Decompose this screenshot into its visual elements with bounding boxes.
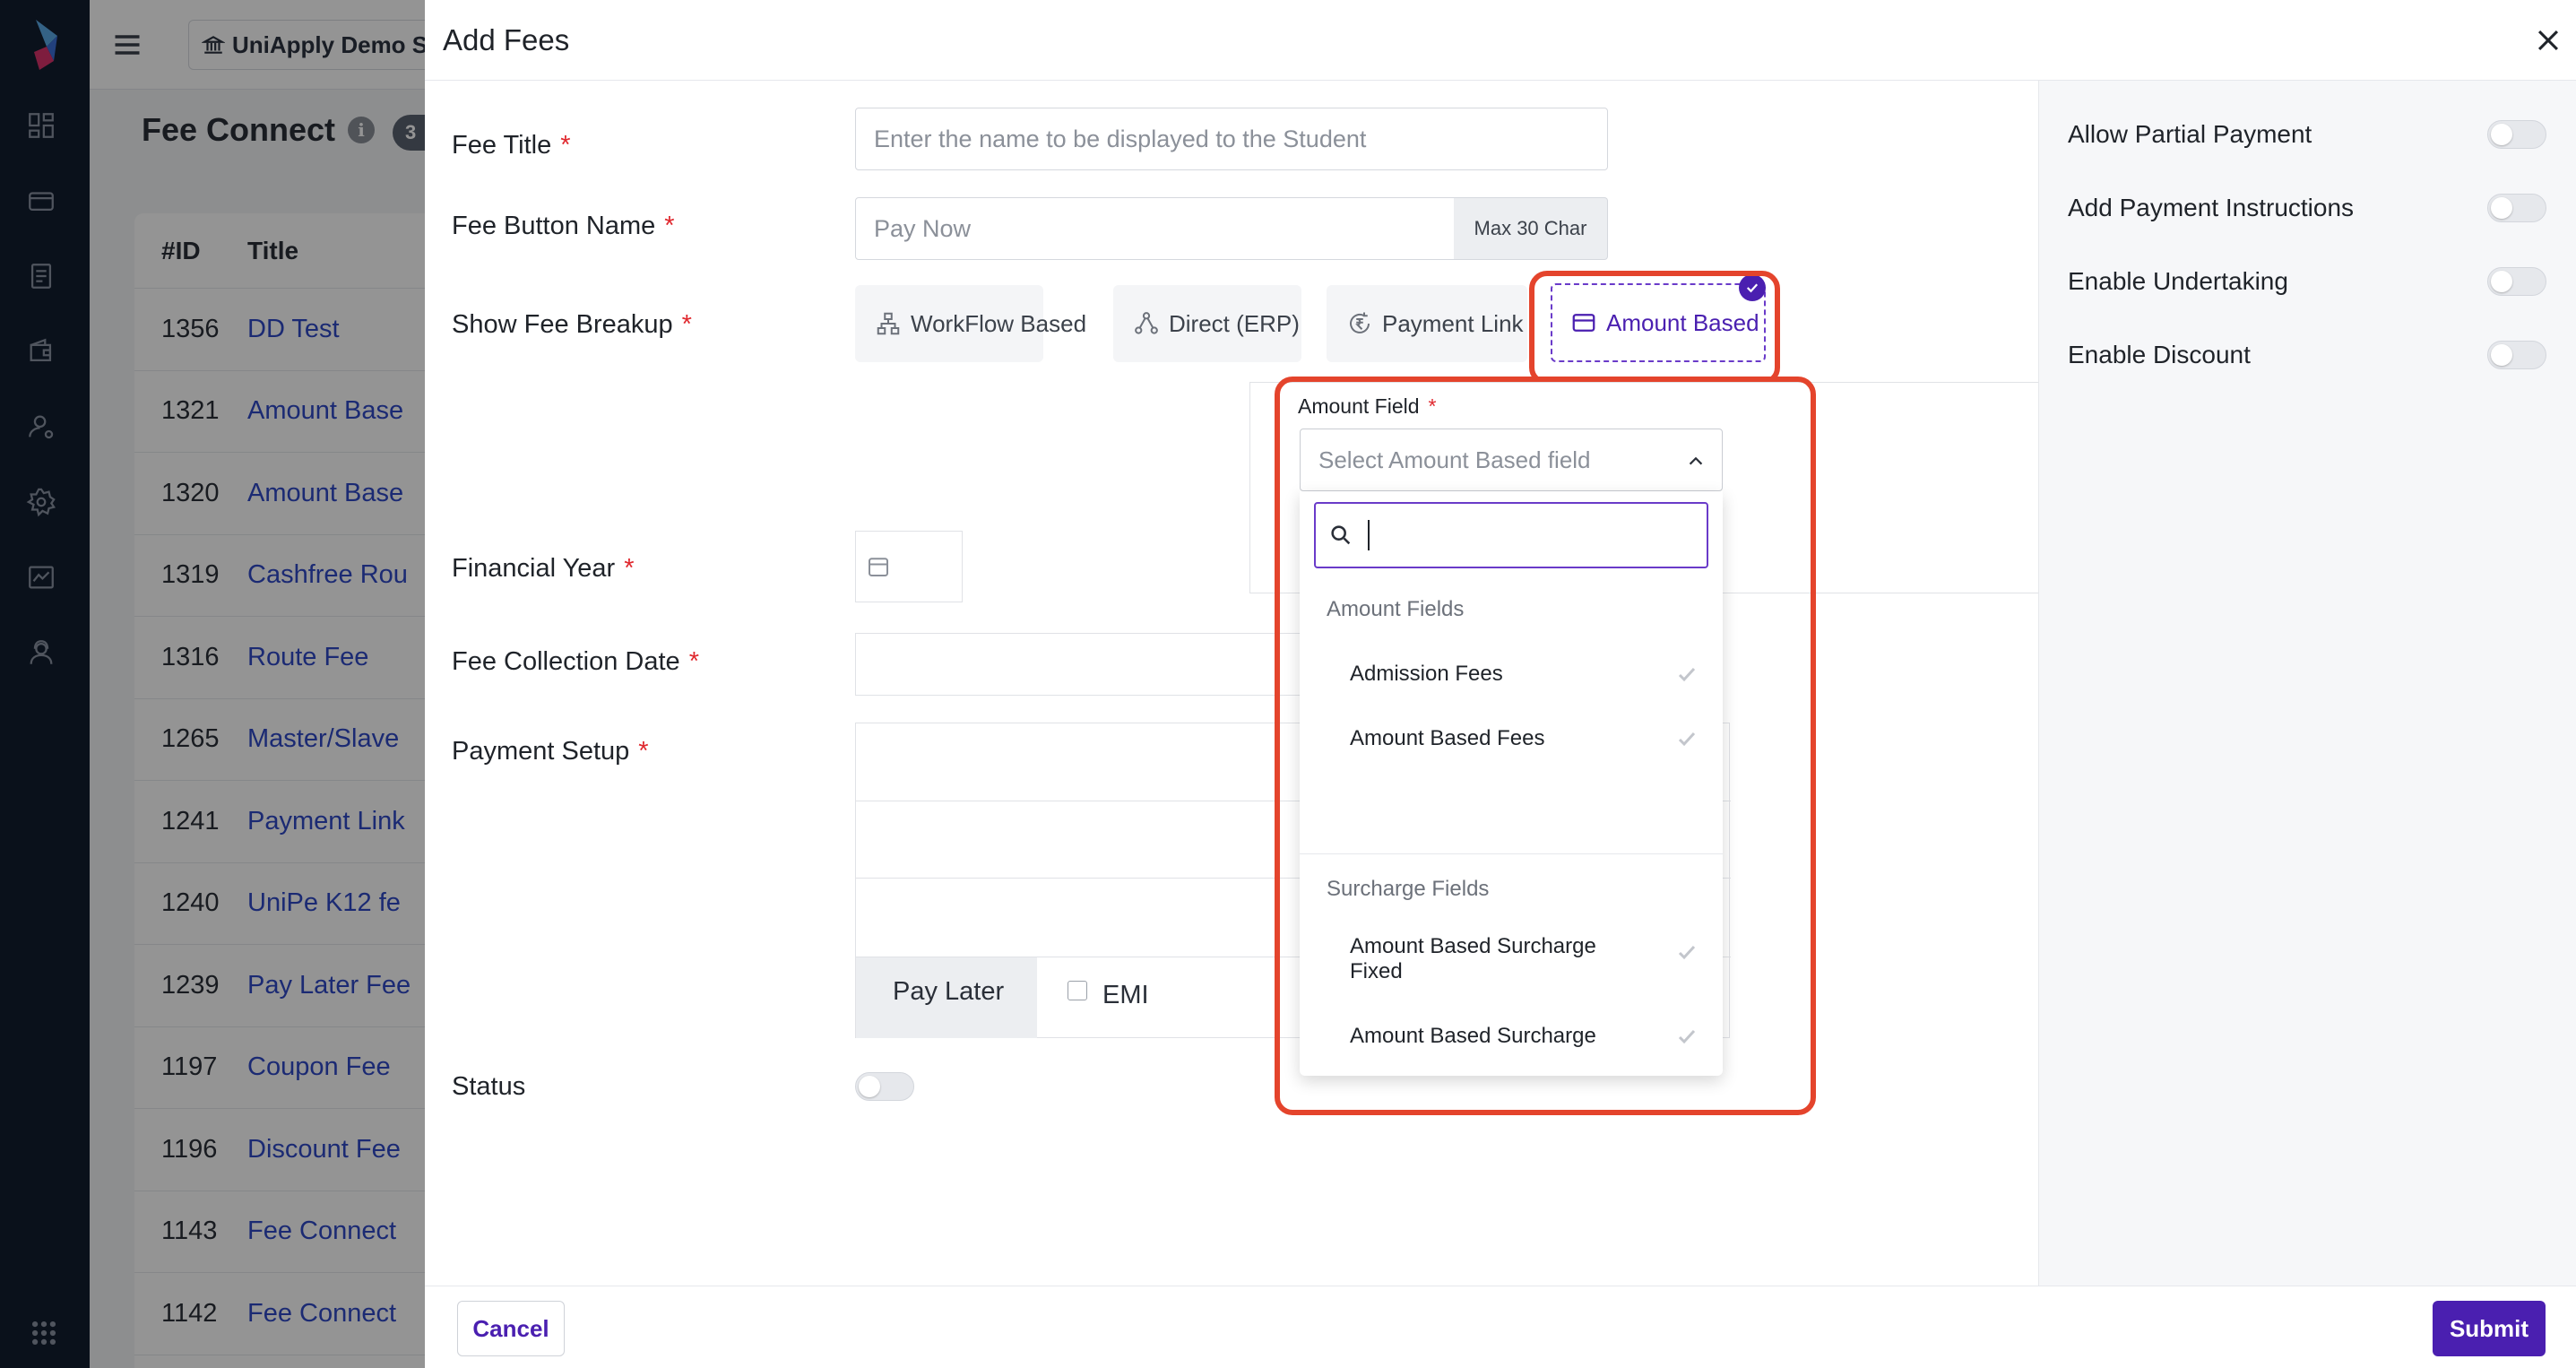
add-fees-drawer: Add Fees Fee Title* Fee Button Name* Max… — [425, 0, 2576, 1368]
amount-field-select[interactable]: Select Amount Based field — [1300, 429, 1723, 491]
breakup-option-direct-erp[interactable]: Direct (ERP) — [1113, 285, 1301, 362]
check-icon — [1678, 1029, 1696, 1044]
payment-setup-label: Payment Setup * — [452, 737, 649, 766]
calendar-icon — [869, 558, 888, 576]
add-payment-instructions-label: Add Payment Instructions — [2068, 194, 2355, 221]
fee-button-name-input[interactable] — [855, 197, 1456, 260]
enable-undertaking-label: Enable Undertaking — [2068, 267, 2288, 295]
dropdown-divider — [1300, 853, 1723, 854]
financial-year-field[interactable] — [855, 531, 963, 602]
enable-discount-toggle[interactable] — [2487, 341, 2546, 369]
amount-field-dropdown: Amount Fields Admission Fees Amount Base… — [1300, 491, 1723, 1076]
fee-collection-date-label: Fee Collection Date * — [452, 647, 699, 676]
allow-partial-payment-label: Allow Partial Payment — [2068, 120, 2312, 148]
enable-undertaking-toggle[interactable] — [2487, 267, 2546, 296]
breakup-option-workflow[interactable]: WorkFlow Based — [855, 285, 1086, 362]
check-icon — [1678, 732, 1696, 747]
dropdown-option-admission-fees[interactable]: Admission Fees — [1300, 649, 1723, 699]
breakup-option-amount-based[interactable]: Amount Based — [1551, 283, 1766, 362]
dropdown-group-surcharge-fields: Surcharge Fields — [1327, 877, 1490, 901]
check-icon — [1678, 667, 1696, 682]
breakup-option-payment-link[interactable]: Payment Link — [1327, 285, 1527, 362]
dropdown-group-amount-fields: Amount Fields — [1327, 597, 1465, 621]
form-pane: Fee Title* Fee Button Name* Max 30 Char … — [425, 81, 2165, 1286]
search-icon — [1331, 525, 1351, 545]
dropdown-search[interactable] — [1314, 502, 1708, 568]
dropdown-option-amount-based-surcharge-fixed[interactable]: Amount Based Surcharge Fixed — [1300, 929, 1723, 993]
amount-field-label: Amount Field * — [1298, 394, 1437, 418]
emi-label: EMI — [1102, 981, 1149, 1009]
financial-year-label: Financial Year * — [452, 554, 635, 583]
workflow-icon — [877, 312, 900, 335]
status-toggle[interactable] — [855, 1072, 914, 1101]
cancel-button[interactable]: Cancel — [457, 1301, 565, 1356]
close-icon[interactable] — [2533, 25, 2563, 56]
drawer-footer: Cancel Submit — [425, 1286, 2576, 1368]
fee-title-input[interactable] — [855, 108, 1608, 170]
check-icon — [1678, 945, 1696, 960]
status-label: Status — [452, 1072, 526, 1101]
show-fee-breakup-label: Show Fee Breakup * — [452, 310, 692, 339]
allow-partial-payment-toggle[interactable] — [2487, 120, 2546, 149]
network-icon — [1135, 312, 1158, 334]
max-char-addon: Max 30 Char — [1454, 197, 1608, 260]
card-icon — [1572, 314, 1595, 332]
dropdown-search-input[interactable] — [1361, 508, 1701, 562]
drawer-title: Add Fees — [443, 23, 570, 56]
fee-button-name-label: Fee Button Name * — [452, 212, 675, 240]
text-caret — [1368, 520, 1370, 550]
submit-button[interactable]: Submit — [2433, 1301, 2546, 1356]
drawer-header: Add Fees — [425, 0, 2576, 81]
chevron-up-icon — [1689, 456, 1703, 465]
fee-title-label: Fee Title * — [452, 131, 571, 160]
selected-check-icon — [1739, 274, 1766, 301]
dropdown-option-amount-based-surcharge[interactable]: Amount Based Surcharge — [1300, 1011, 1723, 1061]
emi-checkbox[interactable] — [1068, 981, 1087, 1000]
pay-later-label: Pay Later — [893, 977, 1005, 1006]
dropdown-option-amount-based-fees[interactable]: Amount Based Fees — [1300, 714, 1723, 764]
rupee-refresh-icon — [1350, 312, 1370, 333]
add-payment-instructions-toggle[interactable] — [2487, 194, 2546, 222]
enable-discount-label: Enable Discount — [2068, 341, 2251, 368]
settings-pane: Allow Partial Payment Add Payment Instru… — [2038, 81, 2576, 1286]
